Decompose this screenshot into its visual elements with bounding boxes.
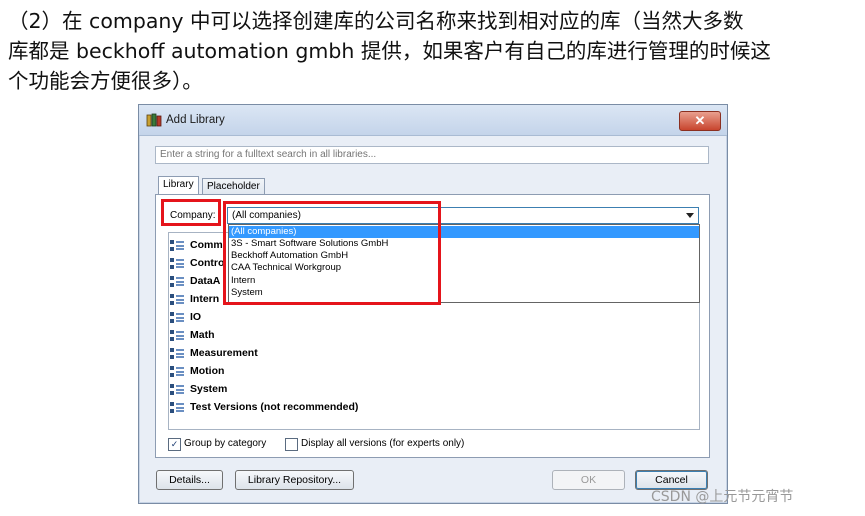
tree-item-label: System xyxy=(190,383,228,395)
library-category-icon xyxy=(170,312,185,324)
library-repository-button[interactable]: Library Repository... xyxy=(235,470,354,490)
company-dropdown-highlight xyxy=(223,201,441,305)
tab-library[interactable]: Library xyxy=(158,176,199,195)
display-all-versions-checkbox[interactable] xyxy=(285,438,298,451)
tab-placeholder[interactable]: Placeholder xyxy=(202,178,265,195)
tree-item-label: IO xyxy=(190,311,202,323)
intro-line-3: 个功能会方便很多）。 xyxy=(8,69,203,93)
company-label-highlight xyxy=(161,199,221,226)
tree-item-label: Measurement xyxy=(190,347,258,359)
group-by-category-checkbox[interactable]: ✓ xyxy=(168,438,181,451)
details-button[interactable]: Details... xyxy=(156,470,223,490)
display-all-versions-label: Display all versions (for experts only) xyxy=(301,438,465,449)
tree-item-label: Motion xyxy=(190,365,225,377)
tree-item-label: DataA xyxy=(190,275,221,287)
library-category-icon xyxy=(170,240,185,252)
library-category-icon xyxy=(170,330,185,342)
tree-item-label: Contro xyxy=(190,257,225,269)
intro-text: （2）在 company 中可以选择创建库的公司名称来找到相对应的库（当然大多数… xyxy=(8,6,860,96)
library-category-icon xyxy=(170,294,185,306)
close-button[interactable]: ✕ xyxy=(679,111,721,131)
intro-line-2: 库都是 beckhoff automation gmbh 提供，如果客户有自己的… xyxy=(8,39,771,63)
ok-button[interactable]: OK xyxy=(552,470,625,490)
library-category-icon xyxy=(170,348,185,360)
fulltext-search-input[interactable] xyxy=(155,146,709,164)
tree-item-label: Test Versions (not recommended) xyxy=(190,401,359,413)
tree-item-label: Math xyxy=(190,329,215,341)
tree-item-label: Comm xyxy=(190,239,223,251)
library-books-icon xyxy=(146,113,162,127)
library-category-icon xyxy=(170,366,185,378)
dialog-title: Add Library xyxy=(166,114,225,126)
library-category-icon xyxy=(170,384,185,396)
chevron-down-icon[interactable] xyxy=(686,213,694,218)
library-category-icon xyxy=(170,402,185,414)
add-library-dialog: Add Library ✕ Library Placeholder Compan… xyxy=(138,104,728,504)
csdn-watermark: CSDN @上元节元宵节 xyxy=(651,489,794,505)
dialog-titlebar[interactable]: Add Library ✕ xyxy=(139,105,727,136)
tree-item-label: Intern xyxy=(190,293,220,305)
intro-line-1: （2）在 company 中可以选择创建库的公司名称来找到相对应的库（当然大多数 xyxy=(8,9,744,33)
library-category-icon xyxy=(170,258,185,270)
group-by-category-label: Group by category xyxy=(184,438,267,449)
library-category-icon xyxy=(170,276,185,288)
